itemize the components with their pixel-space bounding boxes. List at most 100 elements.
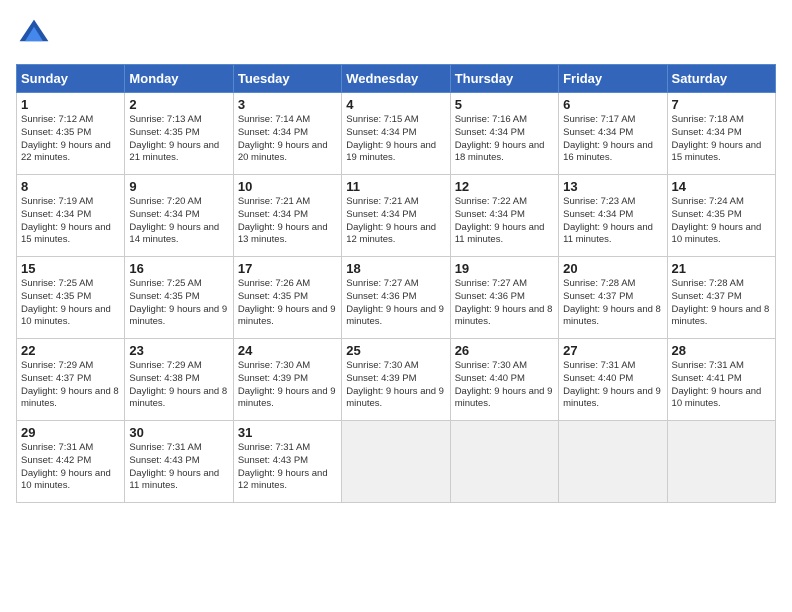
column-header-saturday: Saturday [667, 65, 775, 93]
day-number: 24 [238, 343, 337, 358]
day-number: 27 [563, 343, 662, 358]
day-number: 29 [21, 425, 120, 440]
calendar-cell: 12 Sunrise: 7:22 AMSunset: 4:34 PMDayligh… [450, 175, 558, 257]
calendar-row-3: 22 Sunrise: 7:29 AMSunset: 4:37 PMDayligh… [17, 339, 776, 421]
column-header-sunday: Sunday [17, 65, 125, 93]
day-info: Sunrise: 7:13 AMSunset: 4:35 PMDaylight:… [129, 114, 228, 165]
calendar-cell: 25 Sunrise: 7:30 AMSunset: 4:39 PMDayligh… [342, 339, 450, 421]
column-header-monday: Monday [125, 65, 233, 93]
day-number: 31 [238, 425, 337, 440]
calendar-cell: 31 Sunrise: 7:31 AMSunset: 4:43 PMDayligh… [233, 421, 341, 503]
calendar-cell: 13 Sunrise: 7:23 AMSunset: 4:34 PMDayligh… [559, 175, 667, 257]
calendar-cell: 5 Sunrise: 7:16 AMSunset: 4:34 PMDaylight… [450, 93, 558, 175]
day-info: Sunrise: 7:24 AMSunset: 4:35 PMDaylight:… [672, 196, 771, 247]
calendar-cell: 23 Sunrise: 7:29 AMSunset: 4:38 PMDayligh… [125, 339, 233, 421]
day-number: 2 [129, 97, 228, 112]
day-info: Sunrise: 7:12 AMSunset: 4:35 PMDaylight:… [21, 114, 120, 165]
logo [16, 16, 56, 52]
calendar-cell: 18Sunrise: 7:27 AMSunset: 4:36 PMDayligh… [342, 257, 450, 339]
calendar-cell: 9 Sunrise: 7:20 AMSunset: 4:34 PMDaylight… [125, 175, 233, 257]
day-info: Sunrise: 7:21 AMSunset: 4:34 PMDaylight:… [238, 196, 337, 247]
day-number: 17 [238, 261, 337, 276]
calendar-cell: 14Sunrise: 7:24 AMSunset: 4:35 PMDayligh… [667, 175, 775, 257]
calendar-cell: 8Sunrise: 7:19 AMSunset: 4:34 PMDaylight… [17, 175, 125, 257]
day-number: 7 [672, 97, 771, 112]
day-info: Sunrise: 7:17 AMSunset: 4:34 PMDaylight:… [563, 114, 662, 165]
day-info: Sunrise: 7:26 AMSunset: 4:35 PMDaylight:… [238, 278, 337, 329]
calendar-cell: 6 Sunrise: 7:17 AMSunset: 4:34 PMDaylight… [559, 93, 667, 175]
day-number: 4 [346, 97, 445, 112]
calendar-cell: 16Sunrise: 7:25 AMSunset: 4:35 PMDayligh… [125, 257, 233, 339]
calendar-cell: 2 Sunrise: 7:13 AMSunset: 4:35 PMDaylight… [125, 93, 233, 175]
day-info: Sunrise: 7:30 AMSunset: 4:39 PMDaylight:… [346, 360, 445, 411]
day-info: Sunrise: 7:14 AMSunset: 4:34 PMDaylight:… [238, 114, 337, 165]
day-info: Sunrise: 7:31 AMSunset: 4:43 PMDaylight:… [238, 442, 337, 493]
calendar-cell: 19 Sunrise: 7:27 AMSunset: 4:36 PMDayligh… [450, 257, 558, 339]
day-number: 5 [455, 97, 554, 112]
page-header [16, 16, 776, 52]
day-number: 15 [21, 261, 120, 276]
calendar-cell: 11Sunrise: 7:21 AMSunset: 4:34 PMDayligh… [342, 175, 450, 257]
calendar-table: SundayMondayTuesdayWednesdayThursdayFrid… [16, 64, 776, 503]
logo-icon [16, 16, 52, 52]
day-number: 12 [455, 179, 554, 194]
day-info: Sunrise: 7:27 AMSunset: 4:36 PMDaylight:… [346, 278, 445, 329]
day-info: Sunrise: 7:19 AMSunset: 4:34 PMDaylight:… [21, 196, 120, 247]
day-number: 25 [346, 343, 445, 358]
day-number: 19 [455, 261, 554, 276]
calendar-header-row: SundayMondayTuesdayWednesdayThursdayFrid… [17, 65, 776, 93]
day-info: Sunrise: 7:23 AMSunset: 4:34 PMDaylight:… [563, 196, 662, 247]
calendar-cell: 26 Sunrise: 7:30 AMSunset: 4:40 PMDayligh… [450, 339, 558, 421]
day-info: Sunrise: 7:25 AMSunset: 4:35 PMDaylight:… [21, 278, 120, 329]
calendar-cell: 29 Sunrise: 7:31 AMSunset: 4:42 PMDayligh… [17, 421, 125, 503]
calendar-cell: 21 Sunrise: 7:28 AMSunset: 4:37 PMDayligh… [667, 257, 775, 339]
calendar-cell: 1Sunrise: 7:12 AMSunset: 4:35 PMDaylight… [17, 93, 125, 175]
column-header-wednesday: Wednesday [342, 65, 450, 93]
calendar-cell [559, 421, 667, 503]
day-number: 20 [563, 261, 662, 276]
day-info: Sunrise: 7:31 AMSunset: 4:41 PMDaylight:… [672, 360, 771, 411]
calendar-cell [450, 421, 558, 503]
day-info: Sunrise: 7:29 AMSunset: 4:38 PMDaylight:… [129, 360, 228, 411]
day-info: Sunrise: 7:30 AMSunset: 4:39 PMDaylight:… [238, 360, 337, 411]
column-header-tuesday: Tuesday [233, 65, 341, 93]
day-number: 9 [129, 179, 228, 194]
calendar-row-4: 29 Sunrise: 7:31 AMSunset: 4:42 PMDayligh… [17, 421, 776, 503]
day-info: Sunrise: 7:16 AMSunset: 4:34 PMDaylight:… [455, 114, 554, 165]
calendar-cell: 30Sunrise: 7:31 AMSunset: 4:43 PMDayligh… [125, 421, 233, 503]
calendar-body: 1Sunrise: 7:12 AMSunset: 4:35 PMDaylight… [17, 93, 776, 503]
day-info: Sunrise: 7:18 AMSunset: 4:34 PMDaylight:… [672, 114, 771, 165]
day-info: Sunrise: 7:20 AMSunset: 4:34 PMDaylight:… [129, 196, 228, 247]
calendar-cell: 20 Sunrise: 7:28 AMSunset: 4:37 PMDayligh… [559, 257, 667, 339]
day-number: 13 [563, 179, 662, 194]
day-info: Sunrise: 7:15 AMSunset: 4:34 PMDaylight:… [346, 114, 445, 165]
calendar-cell: 27 Sunrise: 7:31 AMSunset: 4:40 PMDayligh… [559, 339, 667, 421]
column-header-friday: Friday [559, 65, 667, 93]
day-number: 11 [346, 179, 445, 194]
day-info: Sunrise: 7:31 AMSunset: 4:40 PMDaylight:… [563, 360, 662, 411]
day-info: Sunrise: 7:29 AMSunset: 4:37 PMDaylight:… [21, 360, 120, 411]
calendar-cell: 4 Sunrise: 7:15 AMSunset: 4:34 PMDaylight… [342, 93, 450, 175]
calendar-cell: 28Sunrise: 7:31 AMSunset: 4:41 PMDayligh… [667, 339, 775, 421]
day-info: Sunrise: 7:28 AMSunset: 4:37 PMDaylight:… [563, 278, 662, 329]
calendar-cell: 10 Sunrise: 7:21 AMSunset: 4:34 PMDayligh… [233, 175, 341, 257]
day-number: 26 [455, 343, 554, 358]
day-info: Sunrise: 7:28 AMSunset: 4:37 PMDaylight:… [672, 278, 771, 329]
day-number: 23 [129, 343, 228, 358]
column-header-thursday: Thursday [450, 65, 558, 93]
day-info: Sunrise: 7:22 AMSunset: 4:34 PMDaylight:… [455, 196, 554, 247]
day-number: 22 [21, 343, 120, 358]
calendar-cell: 17 Sunrise: 7:26 AMSunset: 4:35 PMDayligh… [233, 257, 341, 339]
day-number: 21 [672, 261, 771, 276]
day-number: 3 [238, 97, 337, 112]
day-info: Sunrise: 7:31 AMSunset: 4:42 PMDaylight:… [21, 442, 120, 493]
day-number: 6 [563, 97, 662, 112]
day-number: 10 [238, 179, 337, 194]
day-number: 16 [129, 261, 228, 276]
calendar-row-1: 8Sunrise: 7:19 AMSunset: 4:34 PMDaylight… [17, 175, 776, 257]
day-info: Sunrise: 7:30 AMSunset: 4:40 PMDaylight:… [455, 360, 554, 411]
calendar-cell [667, 421, 775, 503]
calendar-row-2: 15 Sunrise: 7:25 AMSunset: 4:35 PMDayligh… [17, 257, 776, 339]
calendar-cell [342, 421, 450, 503]
day-info: Sunrise: 7:27 AMSunset: 4:36 PMDaylight:… [455, 278, 554, 329]
